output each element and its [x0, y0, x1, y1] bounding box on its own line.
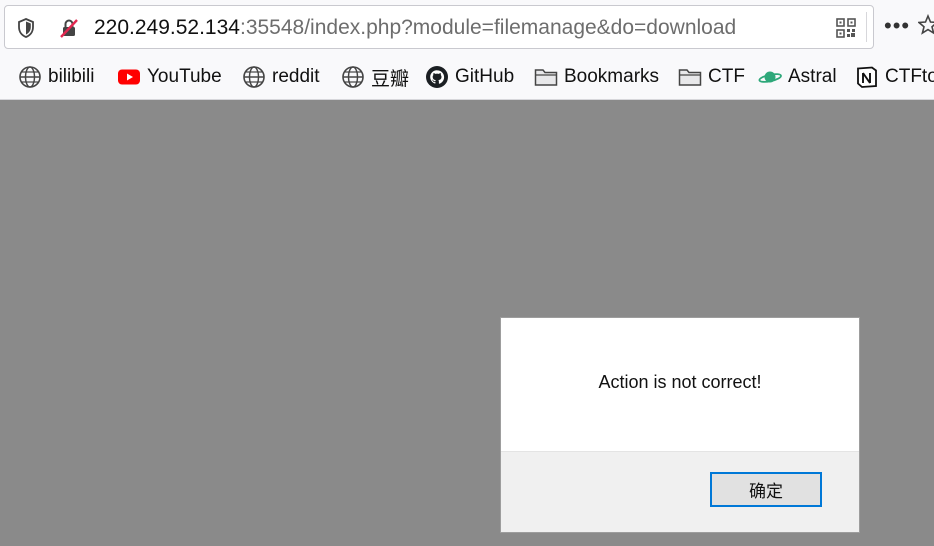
bookmark-label: YouTube: [147, 66, 222, 87]
folder-icon: [678, 69, 702, 86]
bookmark-label: bilibili: [48, 66, 95, 87]
dialog-body: Action is not correct!: [501, 318, 859, 451]
alert-dialog: Action is not correct! 确定: [500, 317, 860, 533]
bookmark-ctftools[interactable]: CTFto: [855, 63, 934, 91]
bookmark-reddit[interactable]: reddit: [242, 63, 320, 91]
more-actions-icon[interactable]: •••: [884, 15, 910, 37]
bookmark-star-icon[interactable]: [918, 14, 934, 36]
globe-icon: [19, 66, 41, 88]
bookmark-label: CTF: [708, 66, 745, 87]
bookmark-label: Astral: [788, 66, 837, 87]
folder-icon: [534, 69, 558, 86]
bookmark-github[interactable]: GitHub: [425, 63, 514, 91]
bookmark-douban[interactable]: 豆瓣: [341, 63, 409, 91]
url-path: :35548/index.php?module=filemanage&do=do…: [239, 16, 737, 39]
globe-icon: [243, 66, 265, 88]
url-text[interactable]: 220.249.52.134:35548/index.php?module=fi…: [94, 15, 736, 41]
bookmark-label: CTFto: [885, 66, 934, 87]
bookmark-label: reddit: [272, 66, 320, 87]
qr-code-icon[interactable]: [835, 17, 857, 39]
bookmark-youtube[interactable]: YouTube: [117, 63, 222, 91]
url-host: 220.249.52.134: [94, 16, 240, 39]
bookmark-folder-ctf[interactable]: CTF: [678, 63, 745, 91]
bookmarks-toolbar: bilibili YouTube reddit 豆瓣 GitHub Bookma…: [0, 54, 934, 100]
insecure-lock-icon[interactable]: [58, 17, 80, 39]
bookmark-bilibili[interactable]: bilibili: [18, 63, 94, 91]
ok-button[interactable]: 确定: [710, 472, 822, 507]
address-bar[interactable]: 220.249.52.134:35548/index.php?module=fi…: [4, 5, 874, 49]
bookmark-folder-bookmarks[interactable]: Bookmarks: [534, 63, 659, 91]
notion-icon: [857, 66, 877, 88]
youtube-icon: [118, 69, 140, 85]
bookmark-label: GitHub: [455, 66, 515, 87]
planet-icon: [758, 71, 782, 83]
dialog-message: Action is not correct!: [598, 372, 762, 392]
globe-icon: [342, 66, 364, 88]
bookmark-label: 豆瓣: [371, 68, 410, 90]
toolbar-divider: [866, 12, 867, 42]
bookmark-astral[interactable]: Astral: [758, 63, 837, 91]
bookmark-label: Bookmarks: [564, 66, 660, 87]
github-icon: [426, 66, 448, 88]
shield-icon[interactable]: [15, 17, 37, 39]
browser-toolbar: 220.249.52.134:35548/index.php?module=fi…: [0, 0, 934, 54]
dialog-footer: 确定: [501, 451, 859, 532]
